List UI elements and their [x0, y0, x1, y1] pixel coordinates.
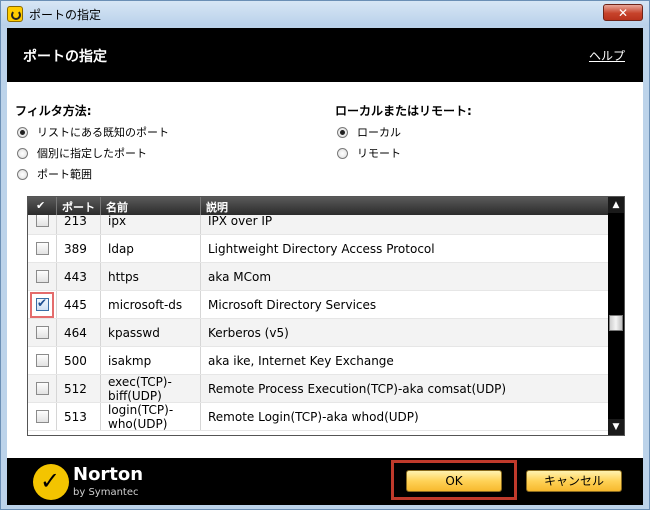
- help-link[interactable]: ヘルプ: [589, 47, 625, 64]
- row-checkbox[interactable]: [36, 215, 49, 227]
- row-checkbox[interactable]: [36, 354, 49, 367]
- radio-button[interactable]: [337, 126, 348, 138]
- row-checkbox[interactable]: [36, 296, 49, 311]
- row-description: Microsoft Directory Services: [208, 298, 377, 312]
- row-checkbox[interactable]: [36, 410, 49, 423]
- header-description-column[interactable]: 説明: [206, 199, 228, 215]
- row-description: aka MCom: [208, 270, 272, 284]
- row-description: Remote Login(TCP)-aka whod(UDP): [208, 410, 419, 424]
- row-name: https: [108, 270, 139, 284]
- row-name: exec(TCP)- biff(UDP): [108, 375, 172, 403]
- row-port: 389: [64, 242, 87, 256]
- row-name: microsoft-ds: [108, 298, 183, 312]
- table-row[interactable]: 513 login(TCP)- who(UDP) Remote Login(TCP)…: [28, 403, 608, 431]
- row-description: Kerberos (v5): [208, 326, 289, 340]
- brand-subtitle: by Symantec: [73, 487, 139, 498]
- row-checkbox[interactable]: [36, 382, 49, 395]
- scroll-down-arrow-icon[interactable]: ▼: [608, 419, 624, 435]
- cancel-button[interactable]: キャンセル: [526, 470, 622, 492]
- row-description: Lightweight Directory Access Protocol: [208, 242, 435, 256]
- radio-button[interactable]: [337, 147, 348, 159]
- local-remote-option[interactable]: リモート: [337, 145, 401, 161]
- dialog-footer: Norton by Symantec OK キャンセル: [7, 458, 643, 505]
- filter-method-option[interactable]: ポート範囲: [17, 166, 92, 182]
- filter-method-label: フィルタ方法:: [15, 104, 92, 118]
- table-row[interactable]: 445 microsoft-ds Microsoft Directory Servi…: [28, 291, 608, 319]
- row-name: ipx: [108, 215, 127, 228]
- row-checkbox[interactable]: [36, 270, 49, 283]
- header-check-column[interactable]: ✔: [36, 199, 45, 212]
- close-button[interactable]: ✕: [603, 4, 643, 21]
- filter-method-option[interactable]: 個別に指定したポート: [17, 145, 147, 161]
- norton-app-icon: [7, 6, 23, 22]
- table-row[interactable]: 512 exec(TCP)- biff(UDP) Remote Process Ex…: [28, 375, 608, 403]
- scroll-up-arrow-icon[interactable]: ▲: [608, 197, 624, 213]
- radio-button[interactable]: [17, 147, 28, 159]
- row-description: Remote Process Execution(TCP)-aka comsat…: [208, 382, 507, 396]
- table-row[interactable]: 443 https aka MCom: [28, 263, 608, 291]
- table-body: 213 ipx IPX over IP 389 ldap Lightweight Dire…: [28, 215, 608, 435]
- local-remote-label: ローカルまたはリモート:: [335, 104, 472, 118]
- table-row[interactable]: 213 ipx IPX over IP: [28, 215, 608, 235]
- row-port: 445: [64, 298, 87, 312]
- local-remote-option-label: リモート: [357, 147, 401, 160]
- brand-name: Norton: [73, 464, 144, 485]
- title-bar[interactable]: ポートの指定 ✕: [1, 1, 649, 26]
- row-port: 464: [64, 326, 87, 340]
- row-port: 513: [64, 410, 87, 424]
- row-checkbox[interactable]: [36, 242, 49, 255]
- row-checkbox[interactable]: [36, 326, 49, 339]
- table-row[interactable]: 389 ldap Lightweight Directory Access Prot…: [28, 235, 608, 263]
- header-port-column[interactable]: ポート: [62, 199, 95, 215]
- dialog-header: ポートの指定 ヘルプ: [7, 28, 643, 82]
- port-table: ✔ ポート 名前 説明 213 ipx IPX over IP 389 ldap Ligh…: [27, 196, 625, 436]
- row-name: isakmp: [108, 354, 152, 368]
- row-port: 500: [64, 354, 87, 368]
- table-scrollbar[interactable]: ▲ ▼: [608, 197, 624, 435]
- row-description: aka ike, Internet Key Exchange: [208, 354, 394, 368]
- row-description: IPX over IP: [208, 215, 273, 228]
- local-remote-option[interactable]: ローカル: [337, 124, 401, 140]
- row-port: 512: [64, 382, 87, 396]
- dialog-window: ポートの指定 ✕ ポートの指定 ヘルプ フィルタ方法: リストにある既知のポート…: [0, 0, 650, 510]
- dialog-content: フィルタ方法: リストにある既知のポート 個別に指定したポート ポート範囲 ローカル…: [7, 82, 643, 458]
- page-title: ポートの指定: [23, 49, 107, 65]
- header-name-column[interactable]: 名前: [106, 199, 128, 215]
- table-header: ✔ ポート 名前 説明: [28, 197, 608, 215]
- filter-method-option-label: リストにある既知のポート: [37, 126, 169, 139]
- row-port: 443: [64, 270, 87, 284]
- ok-button[interactable]: OK: [406, 470, 502, 492]
- filter-method-option-label: 個別に指定したポート: [37, 147, 147, 160]
- row-name: kpasswd: [108, 326, 160, 340]
- filter-method-option[interactable]: リストにある既知のポート: [17, 124, 169, 140]
- radio-button[interactable]: [17, 168, 28, 180]
- radio-button[interactable]: [17, 126, 28, 138]
- local-remote-option-label: ローカル: [357, 126, 401, 139]
- row-port: 213: [64, 215, 87, 228]
- norton-checkmark-logo-icon: [33, 464, 69, 500]
- row-name: login(TCP)- who(UDP): [108, 403, 174, 431]
- row-name: ldap: [108, 242, 134, 256]
- table-row[interactable]: 464 kpasswd Kerberos (v5): [28, 319, 608, 347]
- scroll-thumb[interactable]: [609, 315, 623, 331]
- table-row[interactable]: 500 isakmp aka ike, Internet Key Exchange: [28, 347, 608, 375]
- window-title: ポートの指定: [29, 8, 102, 22]
- filter-method-option-label: ポート範囲: [37, 168, 92, 181]
